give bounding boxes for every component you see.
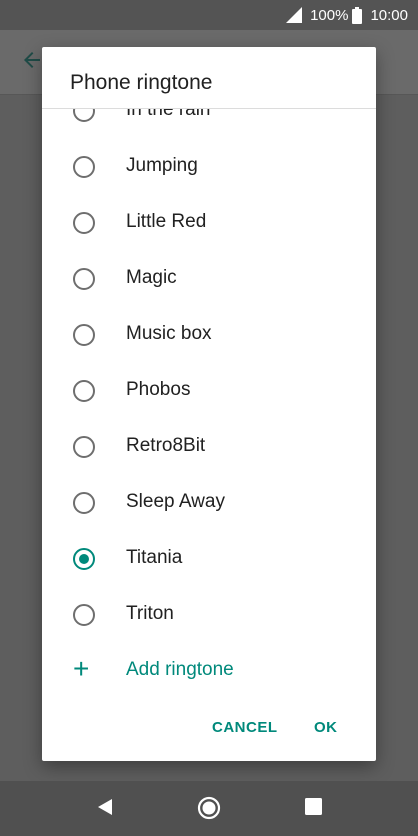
radio-button[interactable] [73,212,95,234]
nav-recents-icon[interactable] [305,798,322,815]
plus-icon: + [73,653,90,684]
ringtone-option[interactable]: In the rain [42,109,376,139]
ringtone-dialog: Phone ringtone In the rain Jumping Littl… [42,47,376,761]
radio-button[interactable] [73,109,95,122]
navigation-bar [0,781,418,836]
back-arrow-icon[interactable] [20,48,44,72]
ringtone-option[interactable]: Little Red [42,195,376,251]
nav-back-icon[interactable] [96,797,114,817]
radio-button-checked[interactable] [73,548,95,570]
status-bar: 100% 10:00 [0,0,418,30]
ringtone-label: Triton [126,603,174,624]
ok-button[interactable]: OK [314,719,338,736]
ringtone-label: Retro8Bit [126,435,206,456]
nav-home-icon[interactable] [197,796,221,820]
radio-button[interactable] [73,156,95,178]
ringtone-label: Titania [126,547,183,568]
ringtone-option[interactable]: Magic [42,251,376,307]
dialog-title: Phone ringtone [70,71,213,94]
ringtone-list[interactable]: In the rain Jumping Little Red Magic Mus… [42,109,376,701]
radio-button[interactable] [73,380,95,402]
radio-button[interactable] [73,604,95,626]
signal-icon [286,7,303,23]
ringtone-label: Sleep Away [126,491,225,512]
ringtone-label: Phobos [126,379,191,400]
ringtone-option[interactable]: Music box [42,307,376,363]
ringtone-label: Jumping [126,155,198,176]
ringtone-option[interactable]: Phobos [42,363,376,419]
ringtone-option[interactable]: Retro8Bit [42,419,376,475]
radio-button[interactable] [73,324,95,346]
radio-button[interactable] [73,268,95,290]
add-ringtone-button[interactable]: + Add ringtone [42,643,376,699]
ringtone-label: Magic [126,267,177,288]
battery-percent: 100% [310,6,349,24]
ringtone-label: Little Red [126,211,207,232]
ringtone-label: In the rain [126,109,211,120]
ringtone-option[interactable]: Jumping [42,139,376,195]
radio-button[interactable] [73,492,95,514]
cancel-button[interactable]: CANCEL [212,719,278,736]
dialog-actions: CANCEL OK [42,711,376,751]
ringtone-option[interactable]: Sleep Away [42,475,376,531]
battery-icon [352,6,363,24]
ringtone-label: Music box [126,323,212,344]
radio-button[interactable] [73,436,95,458]
add-ringtone-label: Add ringtone [126,659,234,680]
radio-dot [79,554,89,564]
ringtone-option-selected[interactable]: Titania [42,531,376,587]
status-time: 10:00 [370,6,408,24]
ringtone-option[interactable]: Triton [42,587,376,643]
